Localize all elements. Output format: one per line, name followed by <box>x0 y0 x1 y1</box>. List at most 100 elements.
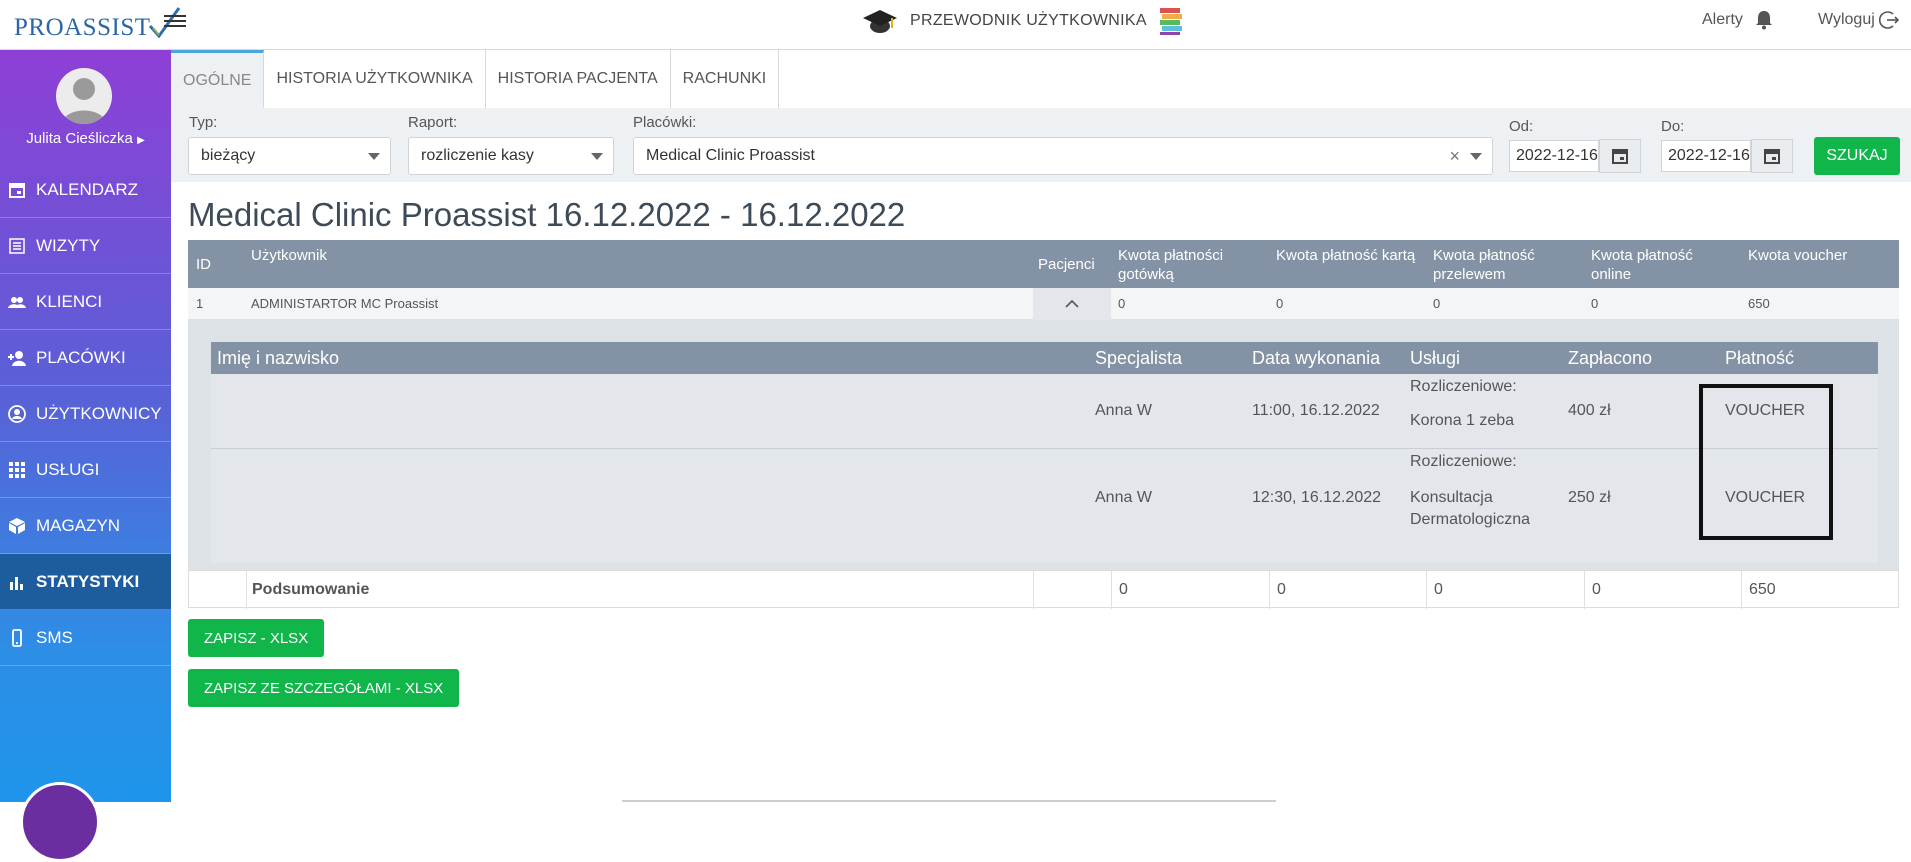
top-bar: PROASSIST PRZEWODNIK UŻYTKOWNIKA Alerty <box>0 0 1911 50</box>
report-select[interactable]: rozliczenie kasy <box>408 137 614 175</box>
facility-select[interactable]: Medical Clinic Proassist × <box>633 137 1493 175</box>
export-xlsx-button[interactable]: ZAPISZ - XLSX <box>188 619 325 657</box>
report-label: Raport: <box>408 114 458 131</box>
column-header: ID <box>196 256 211 273</box>
books-icon <box>1159 8 1182 35</box>
facility-value: Medical Clinic Proassist <box>646 147 815 164</box>
alerts-label: Alerty <box>1702 11 1743 28</box>
sidebar-item-uzytkownicy[interactable]: UŻYTKOWNICY <box>0 386 171 442</box>
date-to-label: Do: <box>1661 118 1685 135</box>
details-row: Anna W 11:00, 16.12.2022 Rozliczeniowe: … <box>211 374 1878 449</box>
service-group: Rozliczeniowe: <box>1410 453 1517 470</box>
column-divider <box>1584 571 1585 609</box>
sidebar: Julita Cieśliczka ▶ KALENDARZ WIZYTY KLI… <box>0 50 171 862</box>
sidebar-item-label: WIZYTY <box>36 235 101 255</box>
logout-icon <box>1878 11 1899 29</box>
graduation-cap-icon <box>863 10 897 33</box>
row-voucher: 650 <box>1748 296 1770 311</box>
column-header: Użytkownik <box>251 247 327 264</box>
user-silhouette-icon <box>62 78 106 124</box>
column-divider <box>1033 571 1034 609</box>
paid-amount: 250 zł <box>1568 489 1611 506</box>
details-row: Anna W 12:30, 16.12.2022 Rozliczeniowe: … <box>211 449 1878 563</box>
column-divider <box>1426 571 1427 609</box>
add-user-icon <box>8 350 26 366</box>
sidebar-item-placowki[interactable]: PLACÓWKI <box>0 330 171 386</box>
user-circle-icon <box>8 404 26 423</box>
specialist: Anna W <box>1095 402 1152 419</box>
facility-label: Placówki: <box>633 114 697 131</box>
row-id: 1 <box>196 296 204 311</box>
user-menu[interactable]: Julita Cieśliczka ▶ <box>0 130 171 147</box>
tab-ogolne[interactable]: OGÓLNE <box>171 50 265 108</box>
calendar-icon <box>1764 149 1780 164</box>
box-icon <box>9 517 25 534</box>
specialist: Anna W <box>1095 489 1152 506</box>
details-table-header: Imię i nazwisko Specjalista Data wykonan… <box>211 342 1878 374</box>
sidebar-item-label: STATYSTYKI <box>36 571 140 591</box>
column-header: Kwota płatności gotówką <box>1118 247 1224 283</box>
filter-bar: Typ: bieżący Raport: rozliczenie kasy Pl… <box>171 108 1911 182</box>
date-from-calendar-button[interactable] <box>1599 139 1641 173</box>
sidebar-nav: KALENDARZ WIZYTY KLIENCI PLACÓWKI UŻYTKO… <box>0 162 171 666</box>
search-button[interactable]: SZUKAJ <box>1814 137 1900 175</box>
summary-transfer: 0 <box>1434 581 1443 598</box>
collapse-details-button[interactable] <box>1033 288 1111 320</box>
summary-label: Podsumowanie <box>252 581 370 598</box>
summary-row: Podsumowanie 0 0 0 0 650 <box>188 570 1899 609</box>
guide-label: PRZEWODNIK UŻYTKOWNIKA <box>910 12 1147 29</box>
report-value: rozliczenie kasy <box>421 147 534 164</box>
paid-amount: 400 zł <box>1568 402 1611 419</box>
type-value: bieżący <box>201 147 256 164</box>
service-name-continued: Dermatologiczna <box>1410 511 1531 528</box>
report-table-header: ID Użytkownik Pacjenci Kwota płatności g… <box>188 240 1899 288</box>
date-to-calendar-button[interactable] <box>1751 139 1793 173</box>
sidebar-item-statystyki[interactable]: STATYSTYKI <box>0 554 171 610</box>
sidebar-item-label: PLACÓWKI <box>36 347 126 367</box>
user-guide-link[interactable]: PRZEWODNIK UŻYTKOWNIKA <box>862 6 1185 36</box>
sidebar-item-label: USŁUGI <box>36 459 100 479</box>
column-header: Pacjenci <box>1038 256 1095 273</box>
execution-date: 11:00, 16.12.2022 <box>1252 402 1380 419</box>
column-header: Zapłacono <box>1568 348 1653 368</box>
sidebar-item-label: KLIENCI <box>36 291 103 311</box>
tab-historia-pacjenta[interactable]: HISTORIA PACJENTA <box>485 50 671 108</box>
column-divider <box>1269 571 1270 609</box>
menu-toggle-icon[interactable] <box>164 12 186 30</box>
column-header: Kwota płatność przelewem <box>1433 247 1535 283</box>
tab-rachunki[interactable]: RACHUNKI <box>670 50 780 108</box>
export-details-xlsx-button[interactable]: ZAPISZ ZE SZCZEGÓŁAMI - XLSX <box>188 669 460 707</box>
tab-historia-uzytkownika[interactable]: HISTORIA UŻYTKOWNIKA <box>264 50 486 108</box>
row-online: 0 <box>1591 296 1599 311</box>
type-select[interactable]: bieżący <box>188 137 391 175</box>
logout-label: Wyloguj <box>1818 11 1875 28</box>
summary-card: 0 <box>1277 581 1286 598</box>
table-row: 1 ADMINISTARTOR MC Proassist 0 0 0 0 650 <box>188 288 1899 320</box>
sidebar-item-sms[interactable]: SMS <box>0 610 171 666</box>
service-name: Korona 1 zeba <box>1410 412 1515 429</box>
type-label: Typ: <box>189 114 218 131</box>
sidebar-item-kalendarz[interactable]: KALENDARZ <box>0 162 171 218</box>
summary-online: 0 <box>1592 581 1601 598</box>
logo[interactable]: PROASSIST <box>14 4 181 42</box>
chat-widget-button[interactable] <box>20 782 100 862</box>
alerts-link[interactable]: Alerty <box>1702 10 1773 30</box>
sidebar-item-wizyty[interactable]: WIZYTY <box>0 218 171 274</box>
column-divider <box>1741 571 1742 609</box>
sidebar-item-label: UŻYTKOWNICY <box>36 403 162 423</box>
sidebar-item-magazyn[interactable]: MAGAZYN <box>0 498 171 554</box>
calendar-icon <box>1612 149 1628 164</box>
date-to-input[interactable]: 2022-12-16 <box>1661 140 1751 172</box>
payment-highlight-box <box>1699 384 1833 540</box>
row-user: ADMINISTARTOR MC Proassist <box>251 296 439 311</box>
summary-voucher: 650 <box>1749 581 1776 598</box>
sidebar-item-klienci[interactable]: KLIENCI <box>0 274 171 330</box>
clear-icon[interactable]: × <box>1449 146 1460 167</box>
sidebar-item-uslugi[interactable]: USŁUGI <box>0 442 171 498</box>
service-group: Rozliczeniowe: <box>1410 378 1517 395</box>
chevron-down-icon <box>1470 153 1482 160</box>
logout-link[interactable]: Wyloguj <box>1818 10 1899 30</box>
column-header: Kwota płatność kartą <box>1276 247 1416 264</box>
date-from-input[interactable]: 2022-12-16 <box>1509 140 1599 172</box>
avatar[interactable] <box>56 68 112 124</box>
